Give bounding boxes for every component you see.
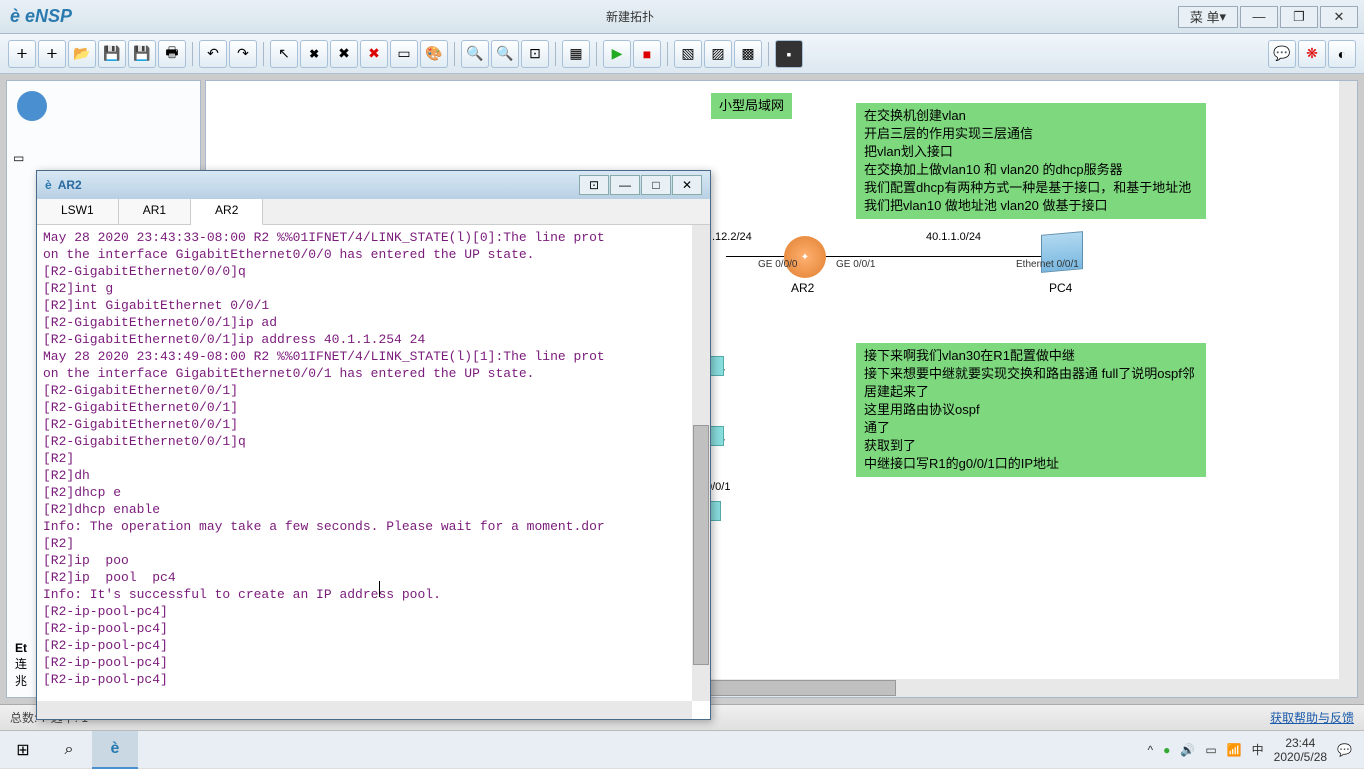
separator (555, 42, 556, 66)
export-button[interactable]: ▨ (704, 40, 732, 68)
device-icon[interactable]: ▭ (13, 151, 24, 165)
huawei-button[interactable]: ❋ (1298, 40, 1326, 68)
tray-notifications-icon[interactable]: 💬 (1337, 743, 1352, 757)
scrollbar-thumb[interactable] (693, 425, 709, 665)
saveas-button[interactable]: 💾 (128, 40, 156, 68)
fit-button[interactable]: ⊡ (521, 40, 549, 68)
terminal-minimize-button[interactable]: — (610, 175, 640, 195)
note-vlan[interactable]: 在交换机创建vlan 开启三层的作用实现三层通信 把vlan划入接口 在交换加上… (856, 103, 1206, 219)
zoomin-button[interactable]: 🔍 (461, 40, 489, 68)
link-2 (826, 256, 1046, 257)
tray-network-icon[interactable]: ● (1163, 743, 1170, 757)
new-button[interactable]: 🞤 (38, 40, 66, 68)
capture-button[interactable]: ▧ (674, 40, 702, 68)
system-tray: ^ ● 🔊 ▭ 📶 中 23:442020/5/28 💬 (1136, 736, 1364, 764)
tray-chevron-icon[interactable]: ^ (1148, 743, 1154, 757)
separator (263, 42, 264, 66)
device-category-icon[interactable] (17, 91, 47, 121)
workspace: ▭ Et 连 兆 小型局域网 在交换机创建vlan 开启三层的作用实现三层通信 … (0, 74, 1364, 704)
delete2-button[interactable]: ✖ (360, 40, 388, 68)
port-ge000: GE 0/0/0 (758, 259, 797, 270)
save-button[interactable]: 💾 (98, 40, 126, 68)
terminal-tab-ar1[interactable]: AR1 (119, 199, 191, 224)
terminal-icon: è (45, 178, 52, 192)
tray-ime[interactable]: 中 (1252, 741, 1264, 758)
cli-button[interactable]: ▪ (775, 40, 803, 68)
ip-label-2: 40.1.1.0/24 (926, 231, 981, 243)
open-button[interactable]: 📂 (68, 40, 96, 68)
label-ar2: AR2 (791, 281, 814, 295)
help-feedback-link[interactable]: 获取帮助与反馈 (1270, 709, 1354, 726)
note-relay[interactable]: 接下来啊我们vlan30在R1配置做中继 接下来想要中继就要实现交换和路由器通 … (856, 343, 1206, 477)
ip-label-1: .12.2/24 (712, 231, 752, 243)
redo-button[interactable]: ↷ (229, 40, 257, 68)
label-pc4: PC4 (1049, 281, 1072, 295)
link-1 (726, 256, 786, 257)
search-button[interactable]: ⌕ (46, 731, 92, 769)
terminal-tabs: LSW1 AR1 AR2 (37, 199, 710, 225)
zoomout-button[interactable]: 🔍 (491, 40, 519, 68)
delete-button[interactable]: 🞮 (300, 40, 328, 68)
separator (768, 42, 769, 66)
tray-clock[interactable]: 23:442020/5/28 (1274, 736, 1327, 764)
help-button[interactable]: 💬 (1268, 40, 1296, 68)
app-logo: è eNSP (0, 6, 82, 27)
minimize-button[interactable]: — (1240, 6, 1278, 28)
pointer-button[interactable]: ↖ (270, 40, 298, 68)
tray-volume-icon[interactable]: 🔊 (1180, 743, 1195, 757)
titlebar: è eNSP 新建拓扑 菜 单 ▾ — ❐ ✕ (0, 0, 1364, 34)
main-toolbar: 🞤 🞤 📂 💾 💾 🖶 ↶ ↷ ↖ 🞮 ✖ ✖ ▭ 🎨 🔍 🔍 ⊡ ▦ ▶ ■ … (0, 34, 1364, 74)
terminal-option-button[interactable]: ⊡ (579, 175, 609, 195)
stop-button[interactable]: ■ (633, 40, 661, 68)
close-button[interactable]: ✕ (1320, 6, 1358, 28)
broom-button[interactable]: ✖ (330, 40, 358, 68)
port-eth001: Ethernet 0/0/1 (1016, 259, 1079, 270)
print-button[interactable]: 🖶 (158, 40, 186, 68)
undo-button[interactable]: ↶ (199, 40, 227, 68)
separator (596, 42, 597, 66)
port-ge001: GE 0/0/1 (836, 259, 875, 270)
start-button[interactable]: ⊞ (0, 731, 46, 769)
terminal-titlebar[interactable]: è AR2 ⊡ — □ ✕ (37, 171, 710, 199)
separator (454, 42, 455, 66)
note-lan[interactable]: 小型局域网 (711, 93, 792, 119)
text-cursor (379, 581, 380, 597)
terminal-title: AR2 (58, 178, 579, 192)
terminal-window: è AR2 ⊡ — □ ✕ LSW1 AR1 AR2 May 28 2020 2… (36, 170, 711, 720)
new-topo-button[interactable]: 🞤 (8, 40, 36, 68)
import-button[interactable]: ▩ (734, 40, 762, 68)
separator (192, 42, 193, 66)
taskbar-ensp[interactable]: è (92, 731, 138, 769)
canvas-scrollbar-v[interactable] (1339, 81, 1357, 679)
tray-wifi-icon[interactable]: 📶 (1227, 743, 1242, 757)
device-ar2[interactable]: ✦ (784, 236, 826, 278)
windows-taskbar: ⊞ ⌕ è ^ ● 🔊 ▭ 📶 中 23:442020/5/28 💬 (0, 730, 1364, 768)
tray-battery-icon[interactable]: ▭ (1205, 743, 1216, 757)
window-title: 新建拓扑 (82, 8, 1178, 25)
terminal-tab-ar2[interactable]: AR2 (191, 199, 263, 225)
maximize-button[interactable]: ❐ (1280, 6, 1318, 28)
palette-button[interactable]: 🎨 (420, 40, 448, 68)
terminal-maximize-button[interactable]: □ (641, 175, 671, 195)
start-button[interactable]: ▶ (603, 40, 631, 68)
terminal-tab-lsw1[interactable]: LSW1 (37, 199, 119, 224)
about-button[interactable]: ◐ (1328, 40, 1356, 68)
menu-button[interactable]: 菜 单 ▾ (1178, 6, 1238, 28)
terminal-scrollbar-h[interactable] (37, 701, 692, 719)
topo-button[interactable]: ▦ (562, 40, 590, 68)
router-icon: ✦ (784, 236, 826, 278)
terminal-scrollbar-v[interactable] (692, 225, 710, 701)
terminal-close-button[interactable]: ✕ (672, 175, 702, 195)
text-button[interactable]: ▭ (390, 40, 418, 68)
separator (667, 42, 668, 66)
terminal-output[interactable]: May 28 2020 23:43:33-08:00 R2 %%01IFNET/… (37, 225, 692, 701)
